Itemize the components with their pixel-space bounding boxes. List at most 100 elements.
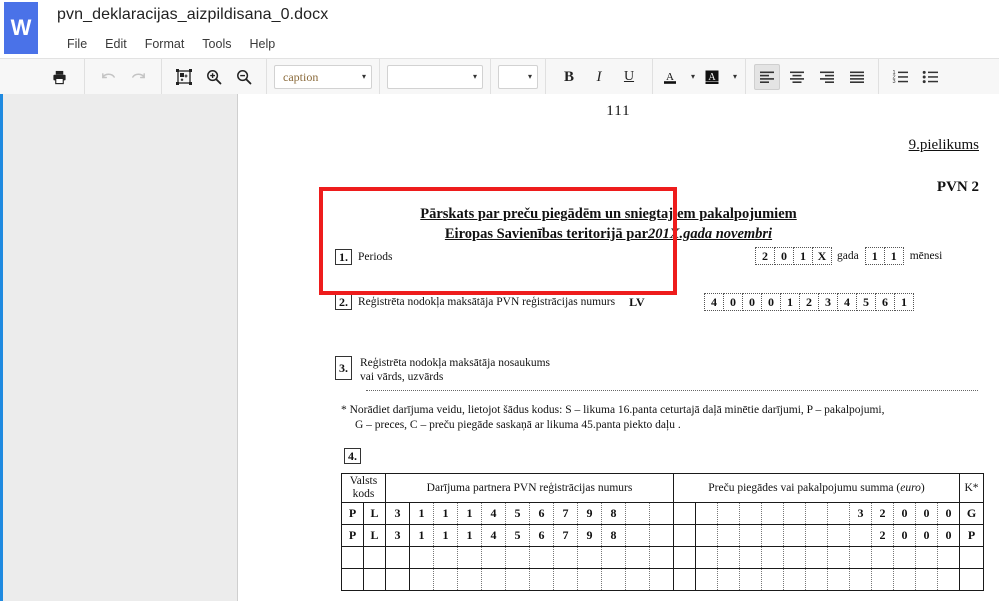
country-cell[interactable]: L bbox=[363, 502, 386, 525]
code-cell[interactable]: P bbox=[959, 524, 984, 547]
align-justify-icon[interactable] bbox=[844, 64, 870, 90]
amount-cell[interactable]: 0 bbox=[915, 524, 938, 547]
menu-file[interactable]: File bbox=[58, 35, 96, 53]
vat-digit-cell[interactable]: 6 bbox=[875, 293, 895, 311]
vat-cell[interactable] bbox=[433, 568, 458, 591]
amount-cell[interactable] bbox=[761, 502, 784, 525]
vat-cell[interactable]: 6 bbox=[529, 502, 554, 525]
country-cell[interactable] bbox=[341, 546, 364, 569]
amount-cell[interactable] bbox=[805, 524, 828, 547]
country-cell[interactable]: L bbox=[363, 524, 386, 547]
amount-cell[interactable] bbox=[739, 524, 762, 547]
amount-cell[interactable] bbox=[849, 546, 872, 569]
vat-digit-cell[interactable]: 2 bbox=[799, 293, 819, 311]
year-digit-cell[interactable]: 2 bbox=[755, 247, 775, 265]
amount-cell[interactable] bbox=[673, 546, 696, 569]
country-cell[interactable] bbox=[341, 568, 364, 591]
amount-cell[interactable] bbox=[739, 568, 762, 591]
menu-tools[interactable]: Tools bbox=[193, 35, 240, 53]
italic-button[interactable]: I bbox=[586, 64, 612, 90]
text-color-icon[interactable]: A bbox=[661, 64, 679, 90]
vat-cell[interactable] bbox=[625, 502, 650, 525]
vat-cell[interactable] bbox=[649, 546, 674, 569]
amount-cell[interactable] bbox=[805, 502, 828, 525]
redo-icon[interactable] bbox=[125, 64, 151, 90]
vat-cell[interactable]: 1 bbox=[457, 524, 482, 547]
vat-cell[interactable] bbox=[625, 524, 650, 547]
amount-cell[interactable] bbox=[827, 502, 850, 525]
month-digit-cell[interactable]: 1 bbox=[883, 247, 904, 265]
vat-cell[interactable]: 4 bbox=[481, 502, 506, 525]
vat-cell[interactable]: 1 bbox=[457, 502, 482, 525]
amount-cell[interactable] bbox=[783, 524, 806, 547]
code-cell[interactable] bbox=[959, 568, 984, 591]
vat-cell[interactable]: 9 bbox=[577, 524, 602, 547]
amount-cell[interactable] bbox=[827, 568, 850, 591]
year-digit-cell[interactable]: 1 bbox=[793, 247, 813, 265]
vat-cell[interactable]: 7 bbox=[553, 524, 578, 547]
vat-digit-cell[interactable]: 4 bbox=[837, 293, 857, 311]
vat-cell[interactable] bbox=[481, 546, 506, 569]
amount-cell[interactable] bbox=[827, 524, 850, 547]
amount-cell[interactable] bbox=[827, 546, 850, 569]
amount-cell[interactable] bbox=[717, 524, 740, 547]
vat-digit-cell[interactable]: 1 bbox=[894, 293, 914, 311]
vat-cell[interactable] bbox=[601, 568, 626, 591]
paragraph-style-dropdown[interactable]: caption ▾ bbox=[274, 65, 372, 89]
vat-number-cells[interactable]: 4 0 0 0 1 2 3 4 5 6 1 bbox=[704, 293, 914, 311]
amount-cell[interactable] bbox=[893, 568, 916, 591]
amount-cell[interactable] bbox=[871, 546, 894, 569]
print-icon[interactable] bbox=[46, 64, 72, 90]
vat-cell[interactable] bbox=[529, 568, 554, 591]
bold-button[interactable]: B bbox=[556, 64, 582, 90]
font-size-dropdown[interactable]: ▾ bbox=[498, 65, 538, 89]
vat-cell[interactable] bbox=[553, 546, 578, 569]
amount-cell[interactable] bbox=[717, 502, 740, 525]
amount-cell[interactable] bbox=[805, 546, 828, 569]
amount-cell[interactable]: 2 bbox=[871, 524, 894, 547]
vat-cell[interactable] bbox=[433, 546, 458, 569]
code-cell[interactable]: G bbox=[959, 502, 984, 525]
text-color-chevron-down-icon[interactable]: ▾ bbox=[683, 64, 695, 90]
vat-cell[interactable] bbox=[649, 568, 674, 591]
vat-cell[interactable]: 5 bbox=[505, 524, 530, 547]
zoom-in-icon[interactable] bbox=[201, 64, 227, 90]
vat-cell[interactable]: 1 bbox=[409, 502, 434, 525]
numbered-list-icon[interactable]: 123 bbox=[887, 64, 913, 90]
month-digit-cell[interactable]: 1 bbox=[864, 247, 885, 265]
amount-cell[interactable] bbox=[761, 524, 784, 547]
vat-cell[interactable]: 1 bbox=[433, 524, 458, 547]
menu-format[interactable]: Format bbox=[136, 35, 194, 53]
amount-cell[interactable]: 0 bbox=[915, 502, 938, 525]
vat-cell[interactable] bbox=[481, 568, 506, 591]
vat-cell[interactable] bbox=[409, 568, 434, 591]
year-digit-cell[interactable]: X bbox=[812, 247, 832, 265]
amount-cell[interactable] bbox=[739, 502, 762, 525]
amount-cell[interactable]: 3 bbox=[849, 502, 872, 525]
amount-cell[interactable] bbox=[695, 546, 718, 569]
align-right-icon[interactable] bbox=[814, 64, 840, 90]
amount-cell[interactable] bbox=[783, 502, 806, 525]
period-month-cells[interactable]: 1 1 bbox=[864, 247, 904, 265]
country-cell[interactable]: P bbox=[341, 502, 364, 525]
amount-cell[interactable] bbox=[783, 568, 806, 591]
vat-cell[interactable]: 8 bbox=[601, 502, 626, 525]
amount-cell[interactable]: 0 bbox=[937, 502, 960, 525]
vat-cell[interactable] bbox=[505, 546, 530, 569]
vat-cell[interactable]: 3 bbox=[385, 524, 410, 547]
highlight-color-chevron-down-icon[interactable]: ▾ bbox=[725, 64, 737, 90]
vat-cell[interactable] bbox=[625, 546, 650, 569]
vat-cell[interactable] bbox=[553, 568, 578, 591]
vat-cell[interactable]: 6 bbox=[529, 524, 554, 547]
menu-help[interactable]: Help bbox=[240, 35, 284, 53]
document-page[interactable]: 111 9.pielikums PVN 2 Pārskats par preču… bbox=[238, 94, 999, 601]
table-row[interactable]: P L 3 1 1 1 4 5 6 7 9 8 bbox=[341, 502, 984, 525]
amount-cell[interactable] bbox=[761, 568, 784, 591]
vat-cell[interactable] bbox=[601, 546, 626, 569]
vat-cell[interactable]: 4 bbox=[481, 524, 506, 547]
table-row[interactable]: P L 3 1 1 1 4 5 6 7 9 8 bbox=[341, 524, 984, 547]
underline-button[interactable]: U bbox=[616, 64, 642, 90]
align-left-icon[interactable] bbox=[754, 64, 780, 90]
table-row[interactable] bbox=[341, 568, 984, 591]
vat-cell[interactable] bbox=[649, 524, 674, 547]
